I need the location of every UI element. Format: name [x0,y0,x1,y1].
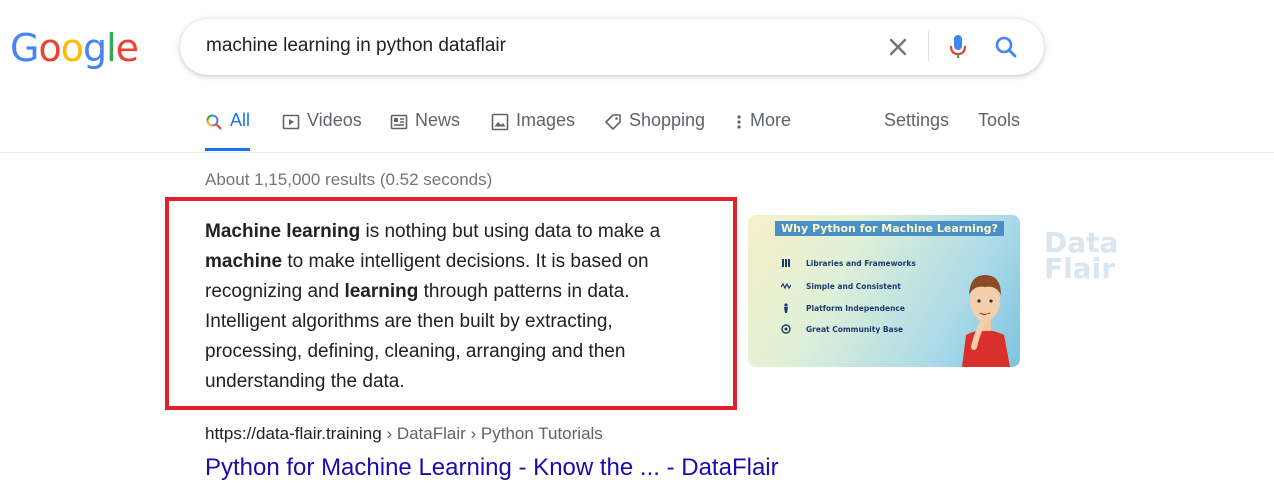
tab-label: More [750,110,792,130]
thumbnail-item: Libraries and Frameworks [806,259,916,268]
tab-label: All [230,110,251,130]
cartoon-person-illustration [962,275,1010,367]
tools-link[interactable]: Tools [978,110,1020,150]
breadcrumb: DataFlair [396,424,466,443]
thumbnail-title: Why Python for Machine Learning? [775,221,1004,236]
thumbnail-item: Platform Independence [806,304,905,313]
snippet-thumbnail[interactable]: Why Python for Machine Learning? Librari… [748,215,1020,367]
search-divider [928,31,929,61]
breadcrumb: Python Tutorials [480,424,603,443]
breadcrumb-separator: › [381,424,397,443]
thumbnail-item: Great Community Base [806,325,904,334]
search-icon[interactable] [992,33,1020,61]
active-tab-indicator [205,148,250,151]
thumbnail-item: Simple and Consistent [806,282,901,291]
search-bar[interactable]: machine learning in python dataflair [180,19,1044,75]
tab-label: News [415,110,461,130]
more-vert-icon [737,115,741,129]
tab-videos[interactable]: Videos [282,110,362,150]
dataflair-watermark: Data Flair [1044,226,1119,285]
google-logo[interactable]: Google [10,26,139,70]
header-divider [0,152,1274,153]
community-icon [781,324,791,334]
person-icon [784,303,788,313]
result-stats: About 1,15,000 results (0.52 seconds) [205,170,493,189]
result-title-link[interactable]: Python for Machine Learning - Know the .… [205,454,779,482]
logo-letter: o [60,26,84,70]
tab-label: Shopping [629,110,706,130]
wave-icon [781,282,791,290]
logo-letter: G [10,26,39,70]
url-host: https://data-flair.training [205,424,382,443]
logo-letter: e [115,26,139,70]
tab-news[interactable]: News [390,110,460,150]
library-icon [782,259,790,267]
logo-letter: g [82,26,107,70]
snippet-text: is nothing but using data to make a [360,221,661,242]
logo-letter: l [106,26,117,70]
search-input[interactable]: machine learning in python dataflair [206,35,506,57]
featured-snippet-text: Machine learning is nothing but using da… [205,217,705,397]
news-icon [390,114,408,130]
result-url[interactable]: https://data-flair.training › DataFlair … [205,424,603,444]
tab-shopping[interactable]: Shopping [604,110,705,150]
tab-all[interactable]: All [205,110,250,150]
microphone-icon[interactable] [944,33,972,61]
tab-images[interactable]: Images [491,110,575,150]
snippet-bold: machine [205,251,283,272]
video-icon [282,114,300,130]
tab-more[interactable]: More [735,110,791,150]
tab-label: Images [516,110,576,130]
clear-icon[interactable] [884,33,912,61]
search-icon [206,114,222,130]
image-icon [491,113,509,131]
settings-link[interactable]: Settings [884,110,949,150]
tag-icon [605,114,621,130]
logo-letter: o [38,26,61,70]
snippet-bold: learning [344,281,419,302]
snippet-bold: Machine learning [205,221,361,242]
breadcrumb-separator: › [465,424,481,443]
tab-label: Videos [307,110,362,130]
